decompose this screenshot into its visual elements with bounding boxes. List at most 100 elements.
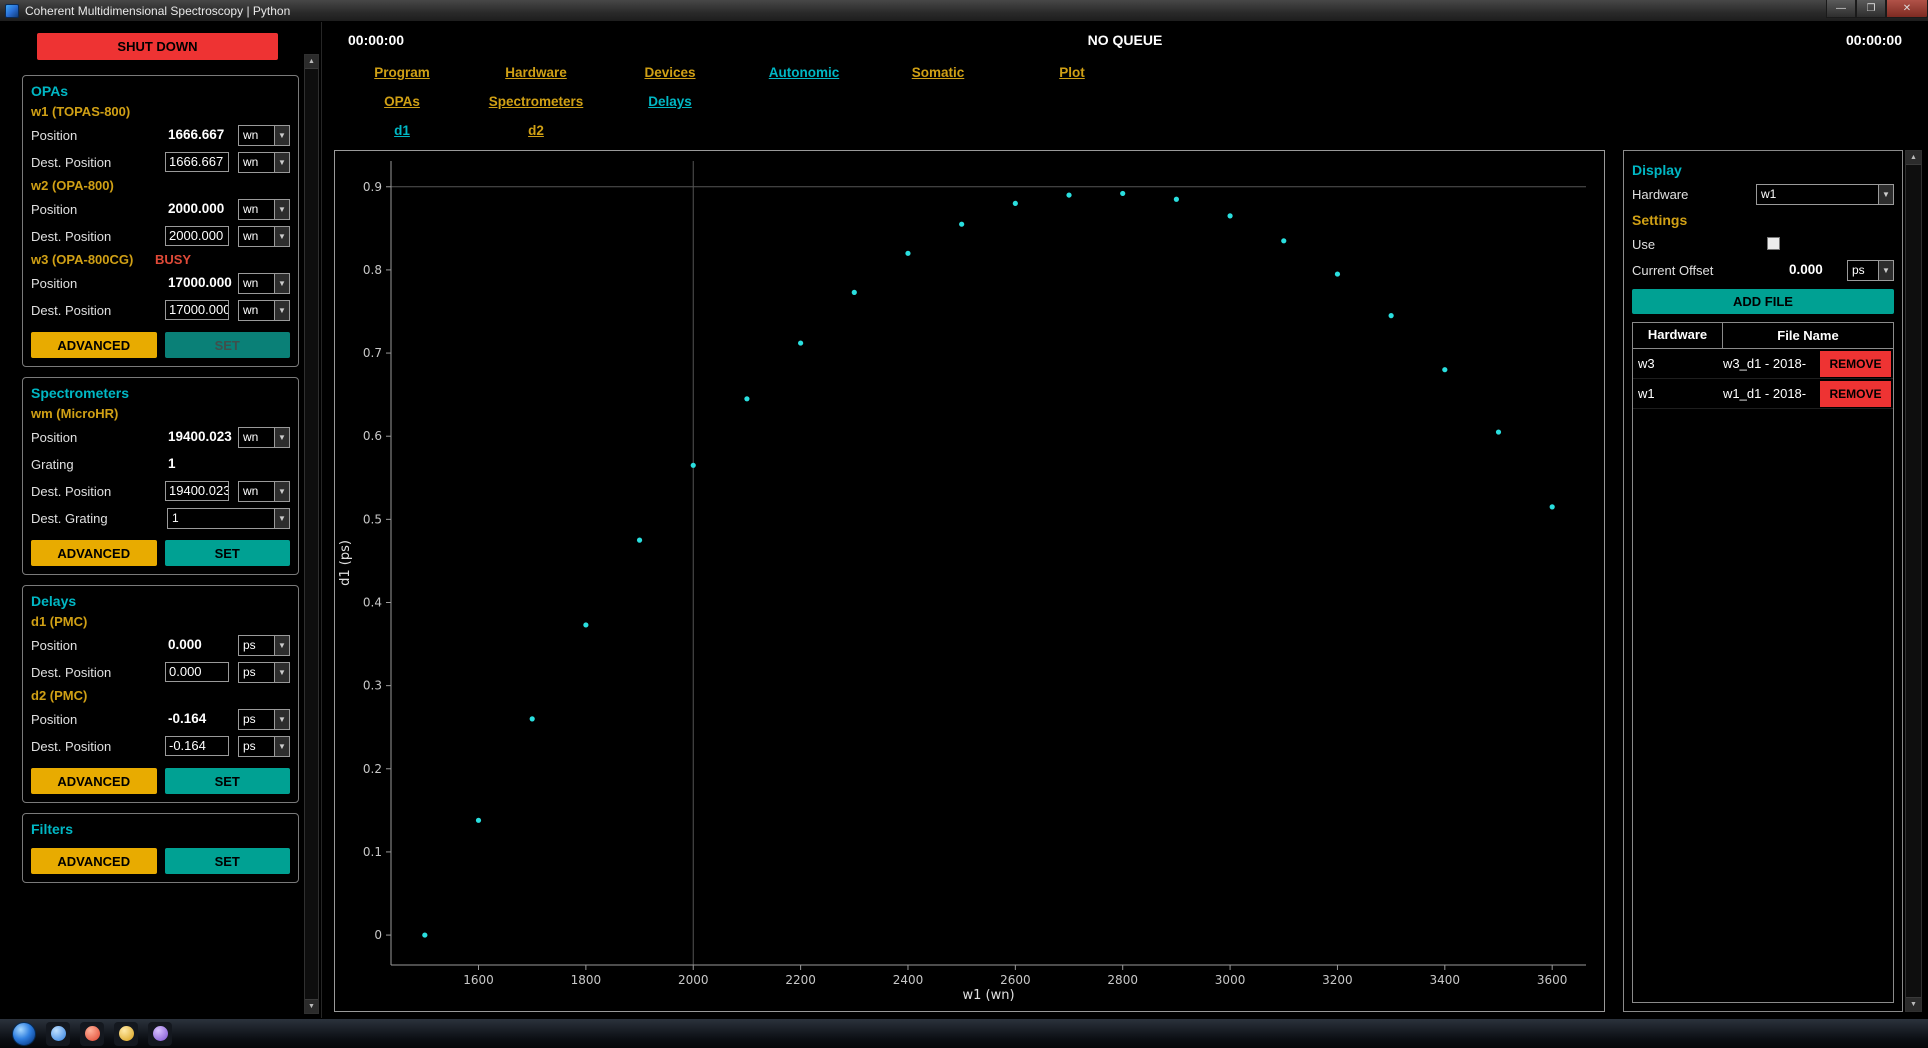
dropdown-arrow-icon[interactable]: ▼: [274, 274, 289, 293]
d2-position-value: -0.164: [168, 711, 206, 726]
dropdown-arrow-icon[interactable]: ▼: [274, 301, 289, 320]
tab-spectrometers[interactable]: Spectrometers: [469, 87, 603, 116]
correction-plot[interactable]: 1600180020002200240026002800300032003400…: [334, 150, 1605, 1012]
minimize-button[interactable]: —: [1826, 0, 1856, 18]
filters-set-button[interactable]: SET: [165, 848, 291, 874]
opas-advanced-button[interactable]: ADVANCED: [31, 332, 157, 358]
d2-position-unit-select[interactable]: ps ▼: [238, 709, 290, 730]
w3-position-unit-select[interactable]: wn ▼: [238, 273, 290, 294]
w3-dest-input[interactable]: 17000.000: [165, 300, 229, 320]
d2-dest-unit-select[interactable]: ps ▼: [238, 736, 290, 757]
tab-delays[interactable]: Delays: [603, 87, 737, 116]
delays-set-button[interactable]: SET: [165, 768, 291, 794]
d1-dest-unit-select[interactable]: ps ▼: [238, 662, 290, 683]
sidebar-scrollbar[interactable]: ▲ ▼: [304, 54, 319, 1014]
tab-plot[interactable]: Plot: [1005, 58, 1139, 87]
w1-position-unit-select[interactable]: wn ▼: [238, 125, 290, 146]
taskbar-browser-icon[interactable]: [46, 1022, 70, 1046]
dropdown-arrow-icon[interactable]: ▼: [274, 153, 289, 172]
dropdown-arrow-icon[interactable]: ▼: [274, 737, 289, 756]
dropdown-arrow-icon[interactable]: ▼: [274, 636, 289, 655]
d1-position-unit-select[interactable]: ps ▼: [238, 635, 290, 656]
dropdown-arrow-icon[interactable]: ▼: [274, 428, 289, 447]
remove-button[interactable]: REMOVE: [1820, 381, 1891, 407]
scroll-up-icon[interactable]: ▲: [1906, 151, 1921, 165]
w2-dest-input[interactable]: 2000.000: [165, 226, 229, 246]
tab-d2[interactable]: d2: [469, 116, 603, 145]
d2-dest-row: Dest. Position -0.164 ps ▼: [31, 733, 290, 760]
svg-text:2000: 2000: [678, 973, 709, 987]
scroll-down-icon[interactable]: ▼: [1906, 997, 1921, 1011]
dest-position-label: Dest. Position: [31, 303, 111, 318]
dropdown-arrow-icon[interactable]: ▼: [274, 126, 289, 145]
d1-dest-input[interactable]: 0.000: [165, 662, 229, 682]
scroll-up-icon[interactable]: ▲: [305, 55, 318, 69]
dropdown-arrow-icon[interactable]: ▼: [274, 200, 289, 219]
d2-dest-input[interactable]: -0.164: [165, 736, 229, 756]
dropdown-arrow-icon[interactable]: ▼: [274, 663, 289, 682]
w1-dest-input[interactable]: 1666.667: [165, 152, 229, 172]
settings-header: Settings: [1632, 209, 1894, 233]
w2-dest-unit-select[interactable]: wn ▼: [238, 226, 290, 247]
remove-button[interactable]: REMOVE: [1820, 351, 1891, 377]
display-header: Display: [1632, 159, 1894, 183]
use-checkbox[interactable]: [1767, 237, 1780, 250]
shutdown-button[interactable]: SHUT DOWN: [37, 33, 278, 60]
w1-name: w1 (TOPAS-800): [31, 102, 290, 122]
w1-dest-unit-select[interactable]: wn ▼: [238, 152, 290, 173]
dest-position-label: Dest. Position: [31, 665, 111, 680]
svg-text:3400: 3400: [1430, 973, 1461, 987]
tab-program[interactable]: Program: [335, 58, 469, 87]
dropdown-arrow-icon[interactable]: ▼: [1878, 261, 1893, 280]
dropdown-arrow-icon[interactable]: ▼: [274, 710, 289, 729]
tab-somatic[interactable]: Somatic: [871, 58, 1005, 87]
opas-button-row: ADVANCED SET: [31, 332, 290, 358]
w3-dest-row: Dest. Position 17000.000 wn ▼: [31, 297, 290, 324]
row-hardware: w3: [1633, 356, 1723, 371]
offset-files-table: Hardware File Name w3 w3_d1 - 2018- REMO…: [1632, 322, 1894, 1003]
hardware-select[interactable]: w1 ▼: [1756, 184, 1894, 205]
w2-position-unit-select[interactable]: wn ▼: [238, 199, 290, 220]
maximize-button[interactable]: ❐: [1856, 0, 1886, 18]
dropdown-arrow-icon[interactable]: ▼: [274, 482, 289, 501]
spectrometers-advanced-button[interactable]: ADVANCED: [31, 540, 157, 566]
tab-devices[interactable]: Devices: [603, 58, 737, 87]
add-file-button[interactable]: ADD FILE: [1632, 289, 1894, 314]
d2-position-row: Position -0.164 ps ▼: [31, 706, 290, 733]
display-panel-scrollbar[interactable]: ▲ ▼: [1905, 150, 1922, 1012]
taskbar-app-gold-icon[interactable]: [114, 1022, 138, 1046]
d1-position-value: 0.000: [168, 637, 202, 652]
start-button-icon[interactable]: [12, 1022, 36, 1046]
spectrometers-set-button[interactable]: SET: [165, 540, 291, 566]
svg-text:0.8: 0.8: [363, 263, 382, 277]
dropdown-arrow-icon[interactable]: ▼: [274, 509, 289, 528]
dropdown-arrow-icon[interactable]: ▼: [1878, 185, 1893, 204]
hardware-select-row: Hardware w1 ▼: [1632, 183, 1894, 209]
wm-dest-input[interactable]: 19400.023: [165, 481, 229, 501]
delays-advanced-button[interactable]: ADVANCED: [31, 768, 157, 794]
wm-dest-grating-select[interactable]: 1 ▼: [167, 508, 290, 529]
tab-opas[interactable]: OPAs: [335, 87, 469, 116]
window-title: Coherent Multidimensional Spectroscopy |…: [25, 4, 290, 18]
svg-text:0.9: 0.9: [363, 180, 382, 194]
use-row: Use: [1632, 233, 1894, 259]
w3-dest-unit-select[interactable]: wn ▼: [238, 300, 290, 321]
opas-set-button[interactable]: SET: [165, 332, 291, 358]
plot-canvas[interactable]: 1600180020002200240026002800300032003400…: [335, 151, 1604, 1011]
file-name-column-header: File Name: [1723, 324, 1893, 348]
taskbar-app-purple-icon[interactable]: [148, 1022, 172, 1046]
scroll-down-icon[interactable]: ▼: [305, 999, 318, 1013]
tab-hardware[interactable]: Hardware: [469, 58, 603, 87]
wm-position-row: Position 19400.023 wn ▼: [31, 424, 290, 451]
close-button[interactable]: ✕: [1886, 0, 1928, 18]
filters-advanced-button[interactable]: ADVANCED: [31, 848, 157, 874]
dropdown-arrow-icon[interactable]: ▼: [274, 227, 289, 246]
wm-position-unit-select[interactable]: wn ▼: [238, 427, 290, 448]
tab-d1[interactable]: d1: [335, 116, 469, 145]
position-label: Position: [31, 638, 77, 653]
svg-text:2800: 2800: [1107, 973, 1138, 987]
offset-unit-select[interactable]: ps ▼: [1847, 260, 1894, 281]
taskbar-app-red-icon[interactable]: [80, 1022, 104, 1046]
wm-dest-unit-select[interactable]: wn ▼: [238, 481, 290, 502]
tab-autonomic[interactable]: Autonomic: [737, 58, 871, 87]
